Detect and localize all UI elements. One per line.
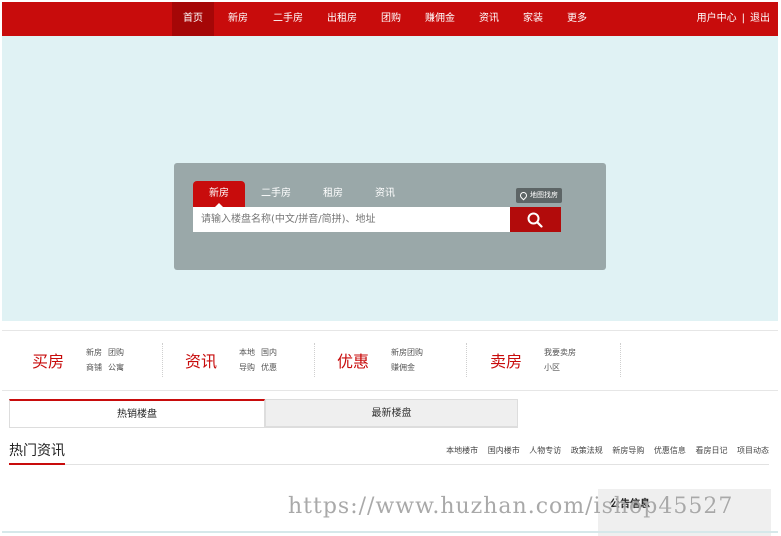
category-link[interactable]: 新房	[86, 345, 102, 360]
user-center-link[interactable]: 用户中心	[697, 13, 737, 24]
news-link-policy[interactable]: 政策法规	[571, 446, 603, 455]
news-category-links: 本地楼市 国内楼市 人物专访 政策法规 新房导购 优惠信息 看房日记 项目动态	[439, 445, 769, 456]
nav-item-news[interactable]: 资讯	[472, 2, 506, 36]
news-link-local[interactable]: 本地楼市	[446, 446, 478, 455]
category-deals-links: 新房团购 赚佣金	[391, 345, 455, 375]
category-news-links: 本地 国内 导购 优惠	[239, 345, 299, 375]
page: 首页 新房 二手房 出租房 团购 赚佣金 资讯 家装 更多 用户中心 | 退出 新房…	[0, 0, 781, 536]
category-divider	[162, 343, 163, 377]
hot-news-header: 热门资讯 本地楼市 国内楼市 人物专访 政策法规 新房导购 优惠信息 看房日记 …	[9, 438, 769, 465]
map-pin-icon	[518, 190, 529, 200]
category-news: 资讯 本地 国内 导购 优惠	[185, 341, 305, 379]
search-tab-rentals[interactable]: 租房	[311, 181, 355, 207]
search-panel: 新房 二手房 租房 资讯 地图找房	[174, 163, 606, 270]
nav-item-earn-commission[interactable]: 赚佣金	[418, 2, 462, 36]
search-tab-new-homes[interactable]: 新房	[193, 181, 245, 207]
category-buy: 买房 新房 团购 商铺 公寓	[32, 341, 152, 379]
category-news-title[interactable]: 资讯	[185, 348, 217, 372]
category-link[interactable]: 团购	[108, 345, 124, 360]
nav-item-rentals[interactable]: 出租房	[320, 2, 364, 36]
category-link[interactable]: 我要卖房	[544, 345, 576, 360]
search-input[interactable]	[193, 207, 510, 232]
nav-item-home[interactable]: 首页	[172, 2, 214, 36]
map-search-label: 地图找房	[530, 191, 558, 199]
category-link[interactable]: 小区	[544, 360, 560, 375]
category-link[interactable]: 导购	[239, 360, 255, 375]
category-deals: 优惠 新房团购 赚佣金	[337, 341, 457, 379]
category-link[interactable]: 国内	[261, 345, 277, 360]
category-divider	[314, 343, 315, 377]
user-links-separator: |	[741, 13, 745, 24]
user-links: 用户中心 | 退出	[697, 2, 770, 36]
category-sell-title[interactable]: 卖房	[490, 348, 522, 372]
watermark-text: https://www.huzhan.com/ishop45527	[288, 494, 734, 519]
search-tab-news[interactable]: 资讯	[363, 181, 407, 207]
hero-banner: 新房 二手房 租房 资讯 地图找房	[2, 36, 778, 321]
category-divider	[620, 343, 621, 377]
logout-link[interactable]: 退出	[750, 13, 770, 24]
search-icon	[527, 212, 543, 228]
category-link[interactable]: 赚佣金	[391, 360, 415, 375]
news-link-project-updates[interactable]: 项目动态	[737, 446, 769, 455]
news-link-national[interactable]: 国内楼市	[488, 446, 520, 455]
search-button[interactable]	[510, 207, 561, 232]
news-link-buying-guide[interactable]: 新房导购	[612, 446, 644, 455]
category-divider	[466, 343, 467, 377]
tab-latest-listings[interactable]: 最新楼盘	[265, 399, 518, 427]
tab-hot-listings[interactable]: 热销楼盘	[9, 399, 265, 427]
listing-tabs: 热销楼盘 最新楼盘	[9, 399, 518, 427]
category-bar: 买房 新房 团购 商铺 公寓 资讯 本地 国内 导购 优惠 优惠 新房团购 赚佣金 卖房	[2, 330, 778, 391]
nav-item-decoration[interactable]: 家装	[516, 2, 550, 36]
map-search-button[interactable]: 地图找房	[516, 188, 562, 203]
category-sell: 卖房 我要卖房 小区	[490, 341, 610, 379]
search-tab-second-hand[interactable]: 二手房	[251, 181, 301, 207]
category-sell-links: 我要卖房 小区	[544, 345, 608, 375]
top-nav: 首页 新房 二手房 出租房 团购 赚佣金 资讯 家装 更多 用户中心 | 退出	[2, 2, 778, 36]
hot-news-title: 热门资讯	[9, 440, 65, 465]
news-link-offers[interactable]: 优惠信息	[654, 446, 686, 455]
category-deals-title[interactable]: 优惠	[337, 348, 369, 372]
category-link[interactable]: 公寓	[108, 360, 124, 375]
news-link-interviews[interactable]: 人物专访	[529, 446, 561, 455]
nav-item-more[interactable]: 更多	[560, 2, 594, 36]
category-link[interactable]: 新房团购	[391, 345, 423, 360]
category-link[interactable]: 优惠	[261, 360, 277, 375]
category-link[interactable]: 本地	[239, 345, 255, 360]
category-buy-links: 新房 团购 商铺 公寓	[86, 345, 146, 375]
category-buy-title[interactable]: 买房	[32, 348, 64, 372]
nav-item-new-homes[interactable]: 新房	[220, 2, 256, 36]
nav-item-group-buy[interactable]: 团购	[374, 2, 408, 36]
nav-item-second-hand[interactable]: 二手房	[266, 2, 310, 36]
news-link-viewing-diary[interactable]: 看房日记	[695, 446, 727, 455]
listing-tabs-underline	[9, 427, 518, 428]
bottom-rule	[2, 531, 778, 533]
category-link[interactable]: 商铺	[86, 360, 102, 375]
